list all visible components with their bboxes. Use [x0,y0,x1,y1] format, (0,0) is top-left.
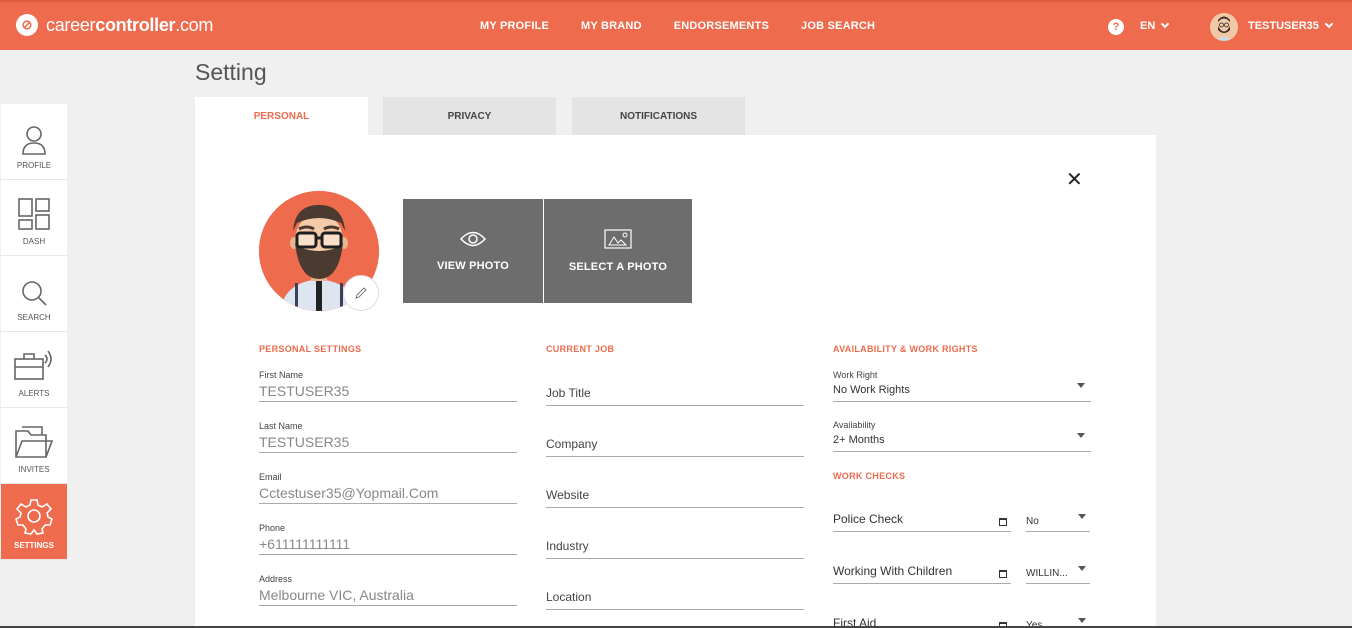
nav-endorsements[interactable]: ENDORSEMENTS [674,20,769,32]
current-job-heading: CURRENT JOB [546,344,615,354]
sidebar-item-invites[interactable]: INVITES [1,408,67,484]
help-icon[interactable]: ? [1108,19,1124,35]
main-nav: MY PROFILE MY BRAND ENDORSEMENTS JOB SEA… [480,20,875,32]
sidebar-item-profile[interactable]: PROFILE [1,104,67,180]
dashboard-icon [18,198,50,230]
working-with-children-date[interactable]: Working With Children [833,554,1011,584]
personal-settings-heading: PERSONAL SETTINGS [259,344,362,354]
nav-job-search[interactable]: JOB SEARCH [801,20,875,32]
job-title-field[interactable]: Job Title [546,376,804,406]
top-navbar: ⊘ careercontroller.com MY PROFILE MY BRA… [0,0,1352,50]
chevron-down-icon [1161,19,1170,29]
last-name-field[interactable]: Last Name TESTUSER35 [259,421,517,453]
tab-notifications[interactable]: NOTIFICATIONS [572,97,745,135]
email-field[interactable]: Email Cctestuser35@Yopmail.Com [259,472,517,504]
search-icon [22,281,47,306]
nav-my-brand[interactable]: MY BRAND [581,20,642,32]
address-field[interactable]: Address Melbourne VIC, Australia [259,574,517,606]
location-field[interactable]: Location [546,580,804,610]
sidebar-item-alerts[interactable]: ALERTS [1,332,67,408]
avatar[interactable] [1210,13,1238,41]
first-name-field[interactable]: First Name TESTUSER35 [259,370,517,402]
page-title: Setting [195,59,267,85]
sidebar-item-label: SETTINGS [13,541,54,550]
dropdown-arrow-icon [1077,433,1085,438]
logo-text: careercontroller.com [46,14,214,35]
police-check-select[interactable]: No [1026,502,1090,532]
work-right-select[interactable]: Work Right No Work Rights [833,370,1091,402]
work-checks-heading: WORK CHECKS [833,471,906,481]
pencil-icon [355,287,367,299]
sidebar-item-label: DASH [22,237,46,246]
sidebar-item-label: PROFILE [16,161,52,170]
nav-my-profile[interactable]: MY PROFILE [480,20,549,32]
calendar-icon [999,518,1007,526]
calendar-icon [999,570,1007,578]
industry-field[interactable]: Industry [546,529,804,559]
sidebar-item-label: ALERTS [18,389,50,398]
view-photo-button[interactable]: VIEW PHOTO [403,199,543,303]
gear-icon [15,499,53,535]
sidebar-item-dash[interactable]: DASH [1,180,67,256]
first-aid-select[interactable]: Yes [1026,606,1090,628]
phone-field[interactable]: Phone +611111111111 [259,523,517,555]
police-check-date[interactable]: Police Check [833,502,1011,532]
working-with-children-select[interactable]: WILLIN... [1026,554,1090,584]
dropdown-arrow-icon [1078,514,1086,519]
sidebar: PROFILE DASH SEARCH ALERTS INVITES SETTI… [1,104,67,560]
first-aid-date[interactable]: First Aid [833,606,1011,628]
dropdown-arrow-icon [1077,383,1085,388]
select-photo-button[interactable]: SELECT A PHOTO [544,199,692,303]
logo-icon: ⊘ [16,14,38,36]
sidebar-item-settings[interactable]: SETTINGS [1,484,67,560]
person-icon [22,126,46,155]
company-field[interactable]: Company [546,427,804,457]
brand-logo[interactable]: ⊘ careercontroller.com [16,14,213,36]
availability-heading: AVAILABILITY & WORK RIGHTS [833,344,978,354]
website-field[interactable]: Website [546,478,804,508]
dropdown-arrow-icon [1078,566,1086,571]
image-icon [604,229,632,249]
language-selector[interactable]: EN [1140,19,1170,32]
sidebar-item-label: SEARCH [17,313,51,322]
close-icon[interactable]: ✕ [1066,167,1083,192]
tab-privacy[interactable]: PRIVACY [383,97,556,135]
availability-select[interactable]: Availability 2+ Months [833,420,1091,452]
sidebar-item-search[interactable]: SEARCH [1,256,67,332]
folder-icon [15,426,54,458]
user-menu[interactable]: TESTUSER35 [1248,19,1334,32]
tab-personal[interactable]: PERSONAL [195,97,368,135]
eye-icon [459,231,487,247]
edit-photo-button[interactable] [343,275,379,311]
sidebar-item-label: INVITES [18,465,50,474]
briefcase-alert-icon [14,350,52,380]
chevron-down-icon [1324,19,1334,29]
dropdown-arrow-icon [1078,618,1086,623]
